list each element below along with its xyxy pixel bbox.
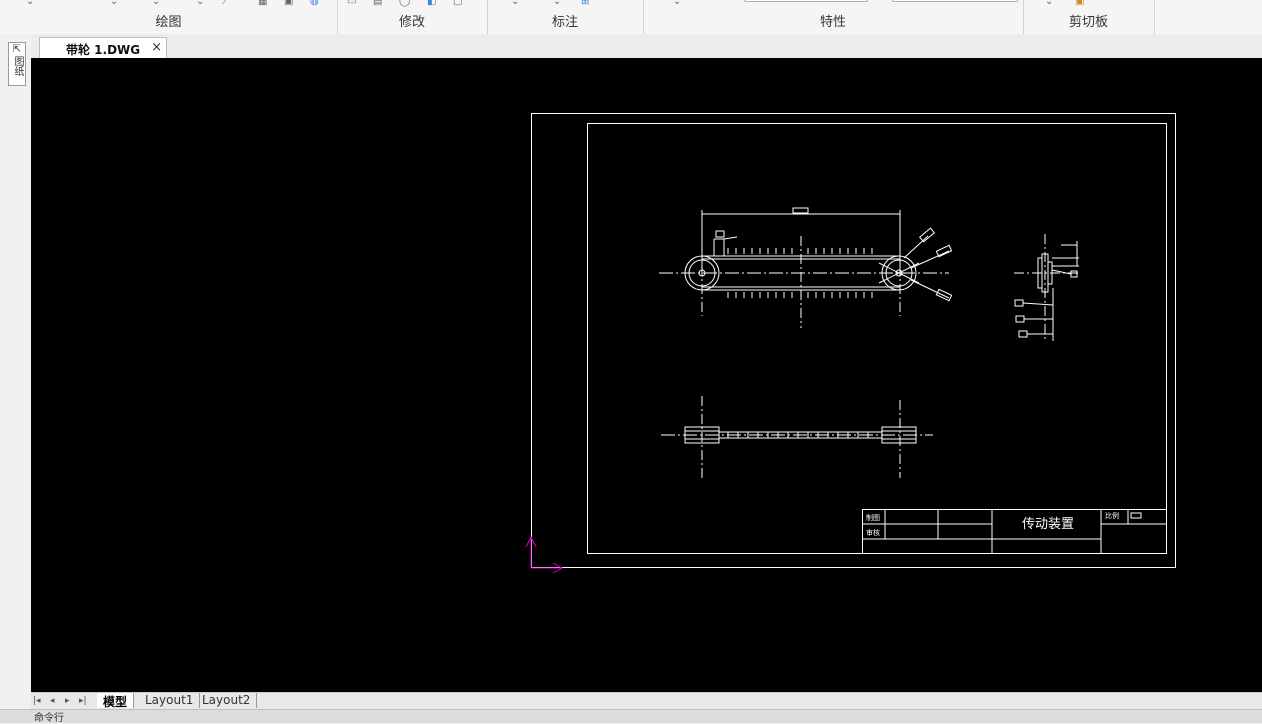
title-block-scale-label: 比例 xyxy=(1105,511,1119,520)
copy-tool-icon[interactable]: ▤ xyxy=(373,0,382,7)
top-view xyxy=(661,396,933,478)
ribbon-group-modify: ▭ ▤ ◯ ◧ ▢ 修改 xyxy=(337,0,488,34)
chevron-down-icon[interactable]: ⌄ xyxy=(26,0,34,7)
linetype-select[interactable] xyxy=(892,0,1018,2)
hatch-tool-icon[interactable]: ▦ xyxy=(258,0,267,7)
ribbon-group-label: 标注 xyxy=(551,15,578,30)
chevron-down-icon[interactable]: ⌄ xyxy=(511,0,519,7)
tab-model[interactable]: 模型 xyxy=(97,693,135,709)
title-block xyxy=(862,509,1167,554)
left-toolbar: ⇱ 图纸 xyxy=(0,34,31,694)
command-line[interactable]: 命令行 xyxy=(0,709,1262,724)
tab-layout2[interactable]: Layout2 xyxy=(196,693,258,708)
rotate-tool-icon[interactable]: ◯ xyxy=(399,0,410,7)
chevron-down-icon[interactable]: ⌄ xyxy=(196,0,204,7)
ribbon-group-label: 特性 xyxy=(819,15,846,30)
export-icon: ⇱ xyxy=(12,44,22,55)
ribbon-group-draw: ⌄ ⌄ ⌄ ⌄ ⟋ ▦ ▣ ◍ 绘图 xyxy=(0,0,338,34)
front-view xyxy=(659,207,953,328)
chevron-down-icon[interactable]: ⌄ xyxy=(673,0,681,7)
move-tool-icon[interactable]: ▭ xyxy=(347,0,356,7)
title-block-checked-label: 审核 xyxy=(866,528,880,537)
document-tab[interactable]: 带轮 1.DWG × xyxy=(39,37,167,58)
ribbon-group-clipboard: ⌄ ▣ 剪切板 xyxy=(1023,0,1155,34)
line-tool-icon[interactable]: ⟋ xyxy=(222,0,229,7)
chevron-down-icon[interactable]: ⌄ xyxy=(1045,0,1053,7)
sheet-panel-button[interactable]: ⇱ 图纸 xyxy=(8,42,26,86)
next-layout-button[interactable]: ▸ xyxy=(65,696,70,706)
ribbon: ⌄ ⌄ ⌄ ⌄ ⟋ ▦ ▣ ◍ 绘图 ▭ ▤ ◯ ◧ ▢ 修改 ⌄ ⌄ ⊞ 标注… xyxy=(0,0,1262,35)
chevron-down-icon[interactable]: ⌄ xyxy=(553,0,561,7)
sheet-outer-border xyxy=(531,113,1176,568)
first-layout-button[interactable]: |◂ xyxy=(33,696,41,706)
drawing-svg: 制图 审核 传动装置 比例 xyxy=(525,113,1176,574)
ucs-icon xyxy=(525,535,564,574)
title-block-title: 传动装置 xyxy=(1022,517,1074,532)
previous-layout-button[interactable]: ◂ xyxy=(50,696,55,706)
drawing-canvas[interactable]: 制图 审核 传动装置 比例 xyxy=(31,58,1262,692)
ribbon-group-label: 绘图 xyxy=(155,15,182,30)
chevron-down-icon[interactable]: ⌄ xyxy=(152,0,160,7)
drawing-frame xyxy=(587,123,1167,554)
tab-layout1[interactable]: Layout1 xyxy=(139,693,201,708)
last-layout-button[interactable]: ▸| xyxy=(79,696,87,706)
ribbon-group-annotate: ⌄ ⌄ ⊞ 标注 xyxy=(487,0,644,34)
region-tool-icon[interactable]: ◍ xyxy=(310,0,319,7)
paste-icon[interactable]: ▣ xyxy=(1075,0,1084,7)
ribbon-group-label: 剪切板 xyxy=(1068,15,1108,30)
table-tool-icon[interactable]: ⊞ xyxy=(581,0,589,7)
close-icon[interactable]: × xyxy=(151,40,162,55)
scale-tool-icon[interactable]: ▢ xyxy=(453,0,462,7)
chevron-down-icon[interactable]: ⌄ xyxy=(110,0,118,7)
document-tab-bar: 带轮 1.DWG × xyxy=(31,34,1262,58)
ribbon-group-properties: ⌄ 特性 xyxy=(643,0,1024,34)
color-select[interactable] xyxy=(744,0,868,2)
ribbon-group-label: 修改 xyxy=(398,15,425,30)
document-tab-title: 带轮 1.DWG xyxy=(66,43,141,57)
title-block-drawn-label: 制图 xyxy=(866,513,880,522)
mirror-tool-icon[interactable]: ◧ xyxy=(427,0,436,7)
sheet-panel-label: 图纸 xyxy=(12,56,23,76)
block-tool-icon[interactable]: ▣ xyxy=(284,0,293,7)
side-view xyxy=(1014,234,1081,342)
layout-tab-bar: |◂ ◂ ▸ ▸| 模型 Layout1 Layout2 xyxy=(31,692,1262,709)
